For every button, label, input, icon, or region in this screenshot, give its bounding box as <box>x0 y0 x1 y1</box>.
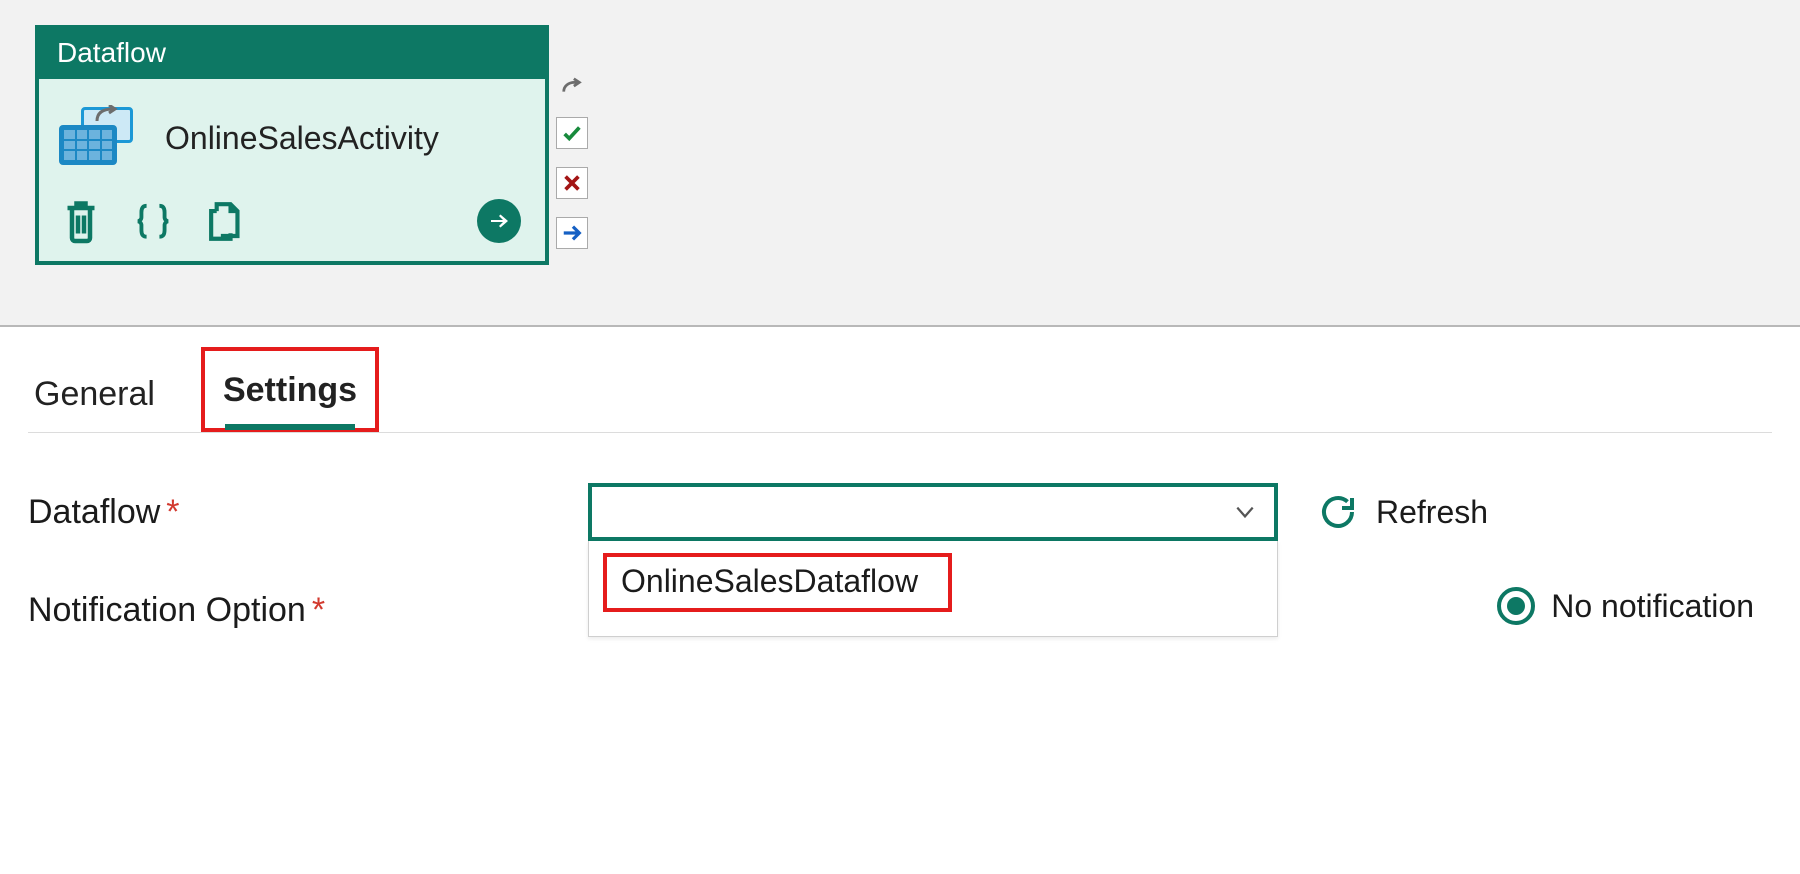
dataflow-activity-card[interactable]: Dataflow OnlineSalesActivity <box>35 25 549 265</box>
activity-type-label: Dataflow <box>39 29 545 79</box>
notification-row: Notification Option* No notification <box>28 587 1772 630</box>
success-check-icon[interactable] <box>556 117 588 149</box>
dataflow-dropdown: OnlineSalesDataflow <box>588 483 1278 541</box>
radio-icon <box>1497 587 1535 625</box>
notification-label-text: Notification Option <box>28 591 306 629</box>
dataflow-label: Dataflow* <box>28 493 588 532</box>
dataflow-dropdown-field[interactable] <box>588 483 1278 541</box>
tab-settings[interactable]: Settings <box>223 357 357 428</box>
braces-icon[interactable] <box>135 201 171 241</box>
settings-form: Dataflow* OnlineSalesDataflow Refresh <box>28 433 1772 630</box>
dataflow-icon <box>59 107 141 169</box>
dataflow-row: Dataflow* OnlineSalesDataflow Refresh <box>28 483 1772 541</box>
notification-label: Notification Option* <box>28 587 588 630</box>
refresh-button[interactable]: Refresh <box>1318 492 1488 532</box>
activity-connector-icons <box>556 75 588 249</box>
failure-x-icon[interactable] <box>556 167 588 199</box>
proceed-arrow-icon[interactable] <box>477 199 521 243</box>
tab-general[interactable]: General <box>28 361 161 432</box>
refresh-label: Refresh <box>1376 494 1488 531</box>
refresh-icon <box>1318 492 1358 532</box>
properties-panel: General Settings Dataflow* OnlineSalesDa… <box>0 327 1800 670</box>
dataflow-label-text: Dataflow <box>28 493 160 531</box>
redo-arrow-icon[interactable] <box>556 75 588 99</box>
copy-icon[interactable] <box>207 201 243 241</box>
activity-toolbar <box>39 179 545 261</box>
completion-arrow-icon[interactable] <box>556 217 588 249</box>
no-notification-radio[interactable]: No notification <box>1497 587 1754 625</box>
delete-icon[interactable] <box>63 201 99 241</box>
required-asterisk: * <box>166 493 179 531</box>
activity-name: OnlineSalesActivity <box>165 120 439 157</box>
pipeline-canvas[interactable]: Dataflow OnlineSalesActivity <box>0 0 1800 327</box>
chevron-down-icon <box>1234 501 1256 523</box>
tabs-row: General Settings <box>28 347 1772 433</box>
no-notification-label: No notification <box>1551 588 1754 625</box>
required-asterisk: * <box>312 591 325 629</box>
activity-body: OnlineSalesActivity <box>39 79 545 179</box>
tab-settings-highlight: Settings <box>201 347 379 432</box>
